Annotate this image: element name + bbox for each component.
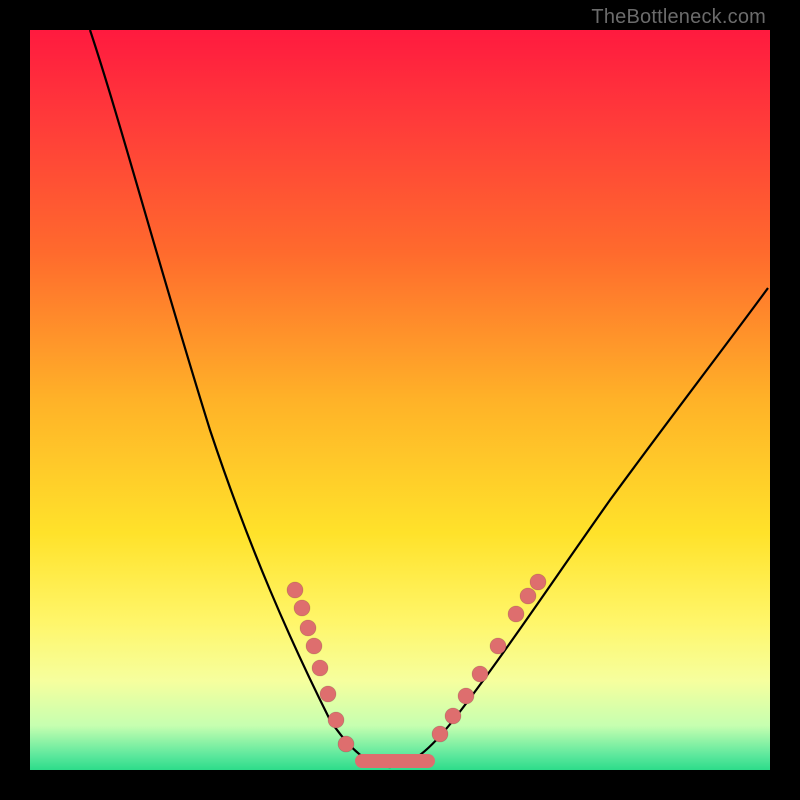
bottleneck-curve — [30, 30, 770, 770]
right-marker-cluster — [432, 574, 546, 742]
chart-frame — [30, 30, 770, 770]
left-marker-cluster — [287, 582, 354, 752]
trough-bar — [355, 754, 435, 768]
watermark-text: TheBottleneck.com — [591, 6, 766, 29]
